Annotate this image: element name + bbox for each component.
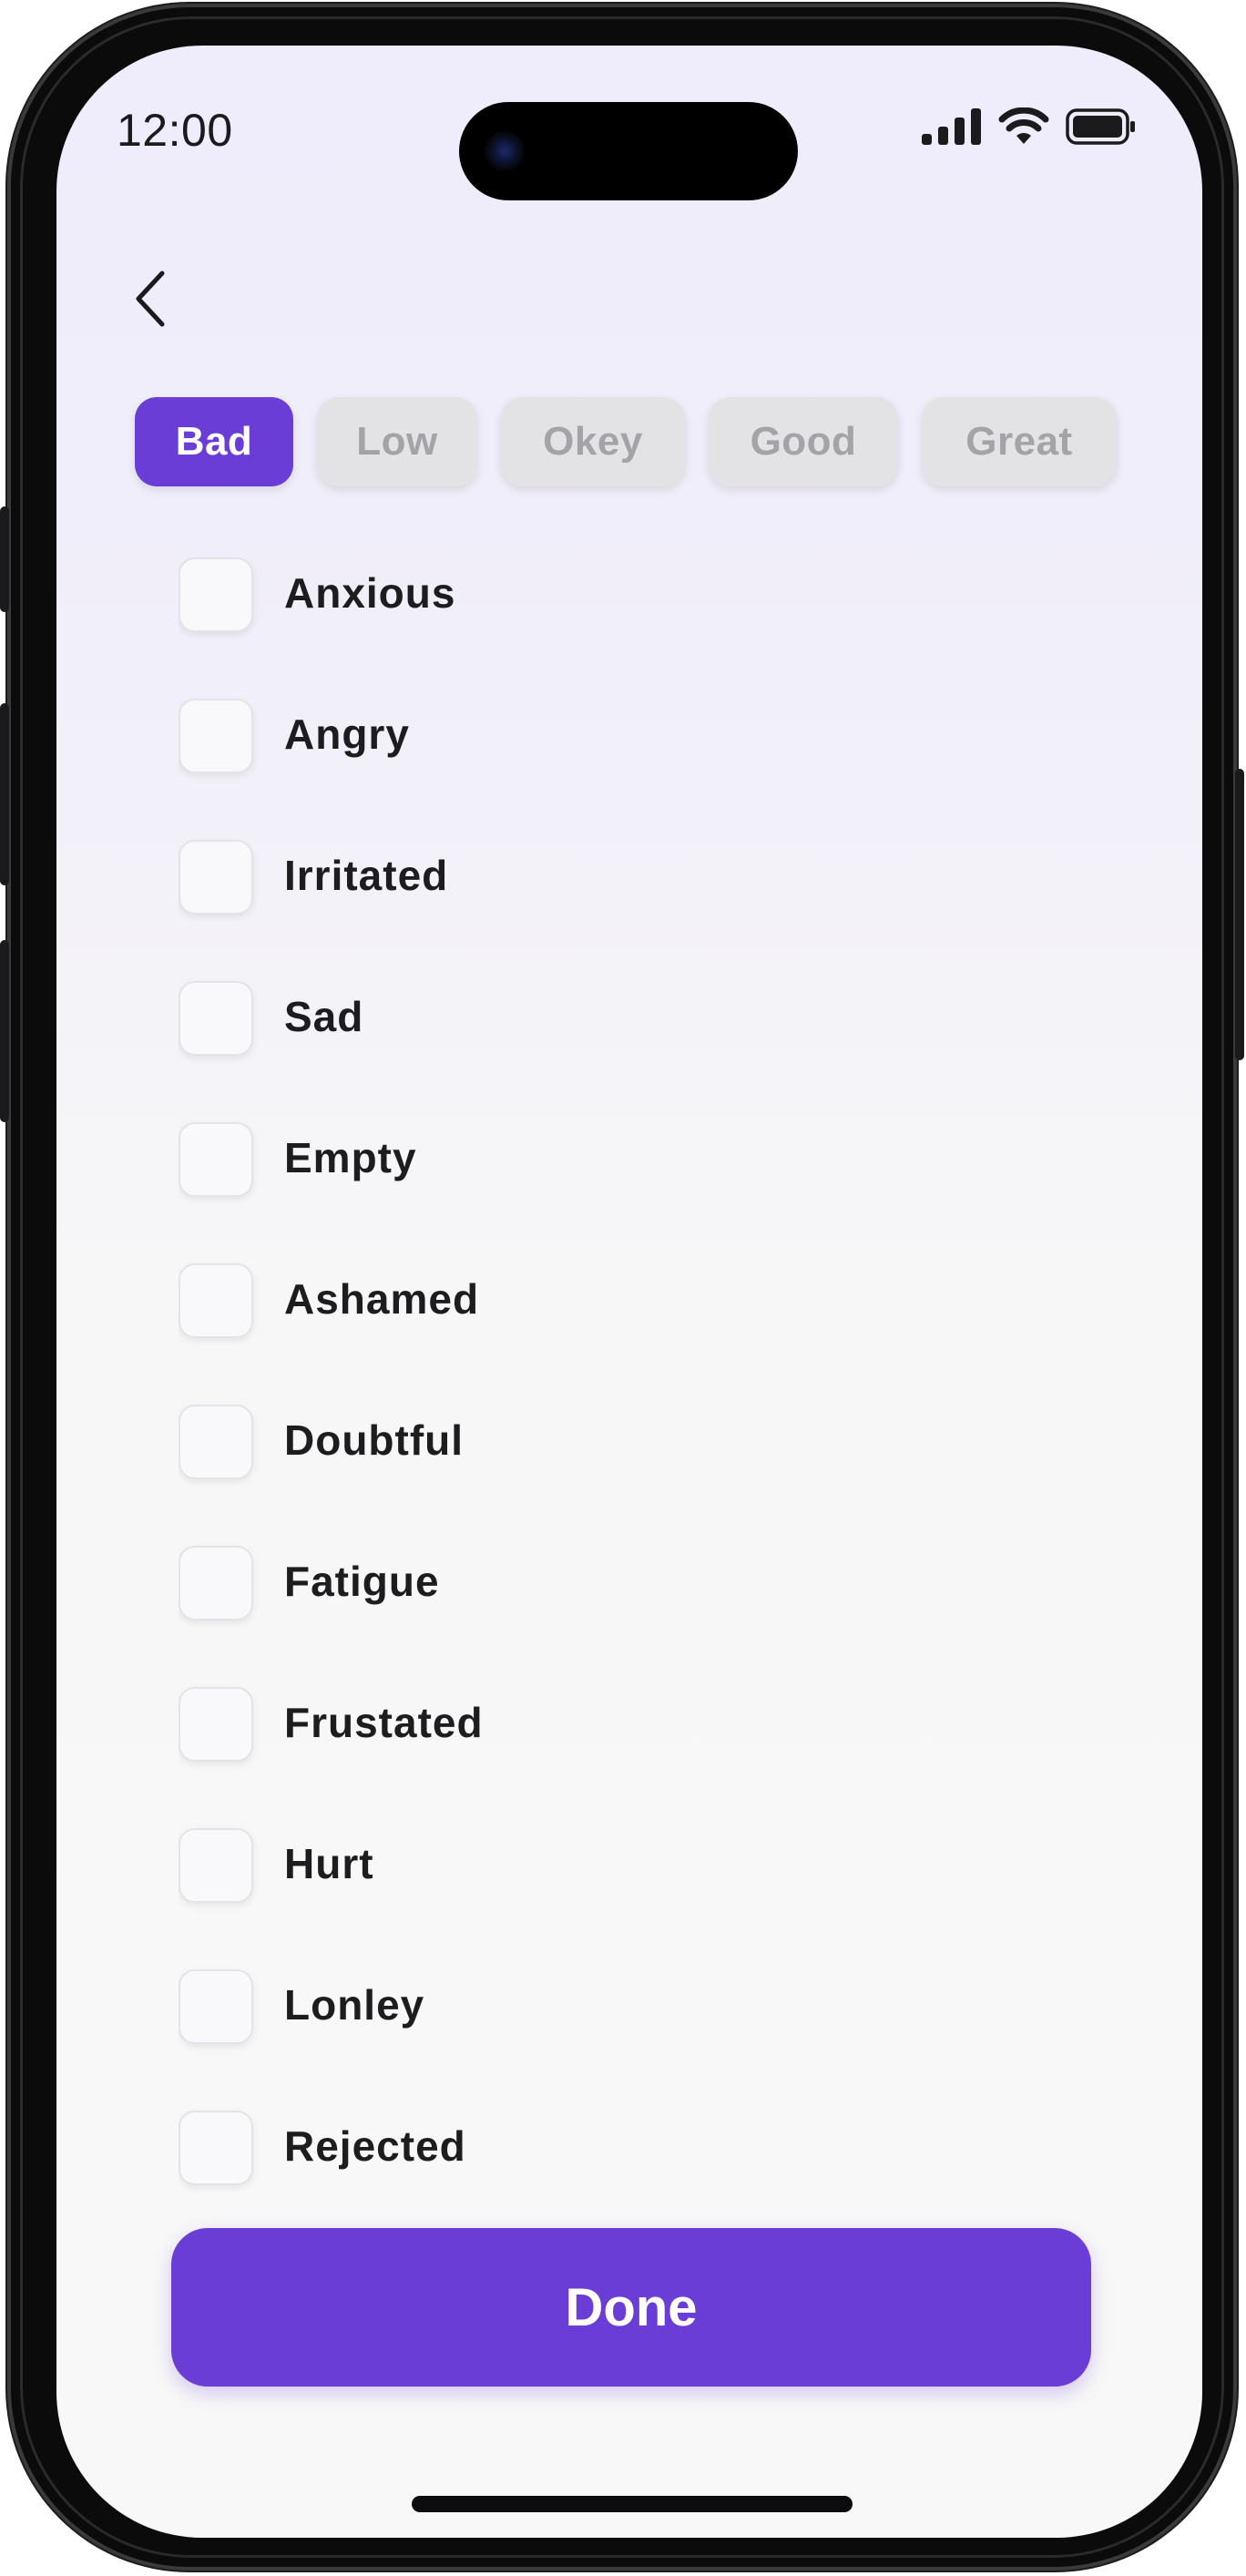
tab-label: Bad — [175, 419, 253, 464]
status-icons — [922, 107, 1137, 146]
done-label: Done — [565, 2277, 698, 2337]
checkbox[interactable] — [179, 1263, 253, 1338]
done-button[interactable]: Done — [171, 2228, 1091, 2387]
tab-low[interactable]: Low — [317, 397, 477, 486]
checkbox[interactable] — [179, 1969, 253, 2044]
screen: 12:00 Bad Low Okey Good Great Anxious An… — [56, 46, 1202, 2538]
tab-label: Great — [965, 419, 1073, 464]
item-label: Irritated — [284, 852, 449, 899]
item-label: Sad — [284, 993, 364, 1040]
dynamic-island — [459, 102, 798, 200]
list-item[interactable]: Angry — [179, 699, 1089, 840]
cellular-signal-icon — [922, 108, 981, 145]
action-button — [0, 506, 9, 612]
checkbox[interactable] — [179, 1546, 253, 1620]
list-item[interactable]: Empty — [179, 1122, 1089, 1263]
item-label: Frustated — [284, 1699, 484, 1746]
checkbox[interactable] — [179, 699, 253, 773]
feelings-list: Anxious Angry Irritated Sad Empty Ashame… — [179, 557, 1089, 2210]
volume-up-button — [0, 703, 9, 885]
item-label: Rejected — [284, 2122, 466, 2170]
tab-great[interactable]: Great — [922, 397, 1117, 486]
back-button[interactable] — [115, 262, 188, 335]
item-label: Doubtful — [284, 1416, 465, 1464]
checkbox[interactable] — [179, 2111, 253, 2185]
checkbox[interactable] — [179, 981, 253, 1056]
list-item[interactable]: Doubtful — [179, 1405, 1089, 1546]
tab-label: Low — [356, 419, 438, 464]
tab-label: Okey — [543, 419, 643, 464]
wifi-icon — [998, 107, 1049, 144]
tab-label: Good — [750, 419, 857, 464]
list-item[interactable]: Irritated — [179, 840, 1089, 981]
checkbox[interactable] — [179, 1828, 253, 1903]
checkbox[interactable] — [179, 557, 253, 632]
list-item[interactable]: Hurt — [179, 1828, 1089, 1969]
list-item[interactable]: Lonley — [179, 1969, 1089, 2111]
checkbox[interactable] — [179, 1405, 253, 1479]
list-item[interactable]: Frustated — [179, 1687, 1089, 1828]
power-button — [1235, 769, 1244, 1060]
item-label: Ashamed — [284, 1275, 480, 1323]
item-label: Hurt — [284, 1840, 374, 1887]
phone-frame: 12:00 Bad Low Okey Good Great Anxious An… — [0, 4, 1244, 2571]
item-label: Anxious — [284, 569, 456, 617]
volume-down-button — [0, 940, 9, 1122]
list-item[interactable]: Anxious — [179, 557, 1089, 699]
tab-good[interactable]: Good — [709, 397, 898, 486]
item-label: Fatigue — [284, 1558, 440, 1605]
mood-tabs: Bad Low Okey Good Great — [135, 397, 1117, 486]
tab-bad[interactable]: Bad — [135, 397, 293, 486]
tab-okey[interactable]: Okey — [501, 397, 685, 486]
battery-icon — [1066, 108, 1135, 145]
list-item[interactable]: Fatigue — [179, 1546, 1089, 1687]
item-label: Angry — [284, 710, 410, 758]
item-label: Lonley — [284, 1981, 425, 2029]
checkbox[interactable] — [179, 1687, 253, 1762]
status-time: 12:00 — [117, 105, 233, 156]
checkbox[interactable] — [179, 840, 253, 915]
list-item[interactable]: Ashamed — [179, 1263, 1089, 1405]
list-item[interactable]: Sad — [179, 981, 1089, 1122]
front-camera-icon — [485, 131, 525, 171]
checkbox[interactable] — [179, 1122, 253, 1197]
chevron-left-icon — [136, 271, 165, 327]
home-indicator[interactable] — [412, 2496, 853, 2512]
list-item[interactable]: Rejected — [179, 2111, 1089, 2210]
item-label: Empty — [284, 1134, 417, 1181]
